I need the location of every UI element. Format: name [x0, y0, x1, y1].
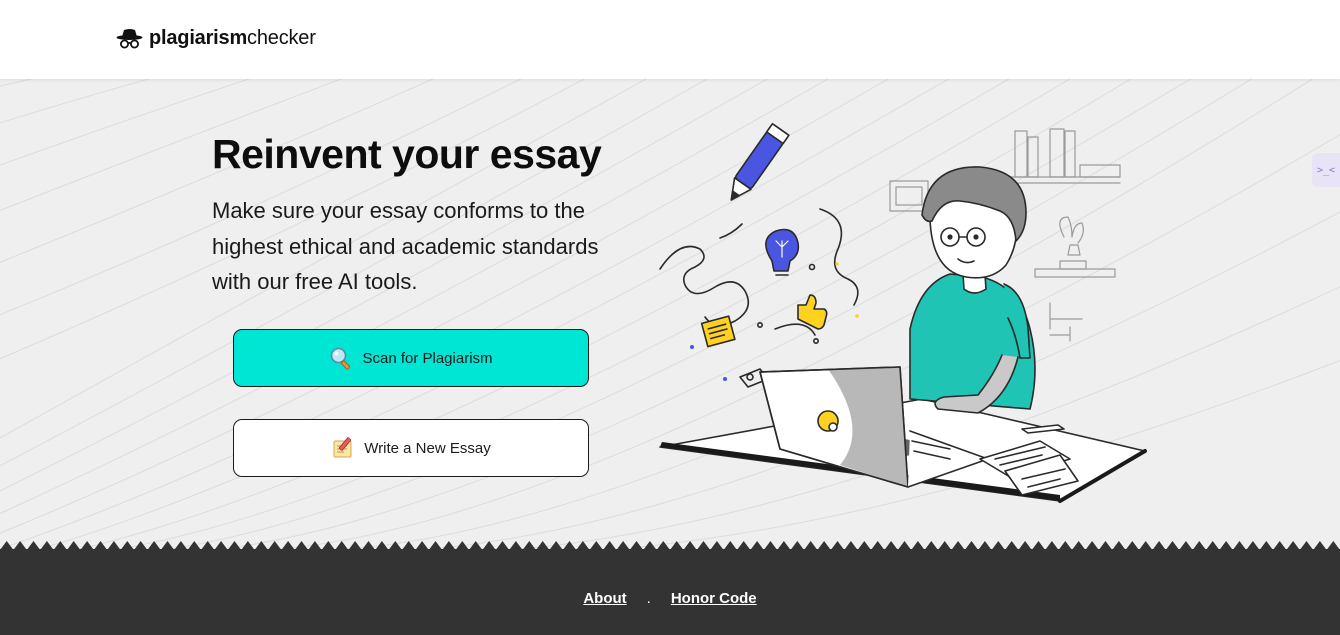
- page-title: Reinvent your essay: [212, 131, 602, 177]
- top-navigation-bar: plagiarism checker: [0, 0, 1340, 79]
- write-button-label: Write a New Essay: [364, 439, 491, 457]
- hero-description: Make sure your essay conforms to the hig…: [212, 198, 599, 294]
- footer-link-about[interactable]: About: [583, 590, 626, 607]
- footer: About . Honor Code: [0, 541, 1340, 635]
- brand-logo-link[interactable]: plagiarism checker: [116, 27, 316, 50]
- brand-name-light: checker: [247, 27, 316, 49]
- hero-section: Reinvent your essay Make sure your essay…: [0, 79, 1340, 549]
- brand-name-bold: plagiarism: [149, 27, 248, 49]
- paper-pencil-icon: [333, 437, 352, 458]
- footer-separator: .: [646, 590, 651, 607]
- magnifier-icon: [331, 347, 351, 370]
- code-face-icon: >_<: [1316, 164, 1336, 176]
- write-new-essay-button[interactable]: Write a New Essay: [233, 419, 589, 477]
- footer-zigzag-edge: [0, 541, 1340, 550]
- side-widget-tab[interactable]: >_<: [1312, 153, 1340, 187]
- scan-for-plagiarism-button[interactable]: Scan for Plagiarism: [233, 329, 589, 387]
- footer-links: About . Honor Code: [0, 590, 1340, 607]
- footer-link-honor-code[interactable]: Honor Code: [671, 590, 757, 607]
- student-laptop-illustration: [659, 122, 1147, 503]
- scan-button-label: Scan for Plagiarism: [362, 349, 493, 367]
- spy-hat-glasses-icon: [116, 28, 143, 48]
